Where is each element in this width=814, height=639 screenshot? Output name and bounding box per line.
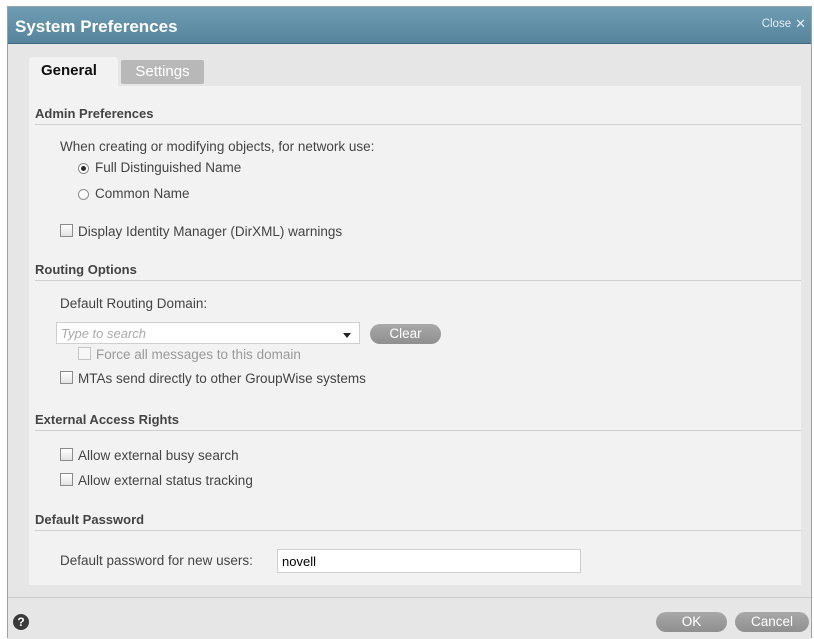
allow-status-tracking-label: Allow external status tracking bbox=[78, 473, 253, 488]
allow-status-tracking-checkbox[interactable] bbox=[60, 473, 73, 486]
help-icon[interactable]: ? bbox=[13, 614, 29, 630]
close-label: Close bbox=[761, 17, 792, 30]
section-divider bbox=[35, 530, 801, 531]
section-divider bbox=[35, 430, 801, 431]
default-password-label: Default password for new users: bbox=[60, 553, 253, 568]
clear-button[interactable]: Clear bbox=[370, 324, 441, 344]
chevron-down-icon[interactable] bbox=[343, 333, 351, 338]
admin-preferences-heading: Admin Preferences bbox=[35, 106, 154, 121]
force-messages-checkbox[interactable] bbox=[78, 347, 91, 360]
display-idm-warnings-checkbox[interactable] bbox=[60, 224, 73, 237]
section-divider bbox=[35, 124, 801, 125]
full-distinguished-name-radio[interactable] bbox=[78, 163, 89, 174]
general-panel: Admin Preferences When creating or modif… bbox=[29, 86, 801, 585]
tab-settings[interactable]: Settings bbox=[121, 60, 204, 84]
display-idm-warnings-label: Display Identity Manager (DirXML) warnin… bbox=[78, 224, 343, 239]
dialog-title: System Preferences bbox=[15, 17, 178, 36]
common-name-radio[interactable] bbox=[78, 189, 89, 200]
cancel-button[interactable]: Cancel bbox=[735, 612, 809, 632]
default-password-heading: Default Password bbox=[35, 512, 145, 527]
tab-general[interactable]: General bbox=[29, 57, 118, 86]
routing-domain-combobox bbox=[56, 322, 360, 344]
title-bar: System Preferences Close ✕ bbox=[8, 7, 811, 44]
dialog-footer: ? OK Cancel bbox=[8, 597, 811, 639]
ok-button[interactable]: OK bbox=[656, 612, 727, 632]
close-icon: ✕ bbox=[795, 16, 806, 31]
mta-send-directly-label: MTAs send directly to other GroupWise sy… bbox=[78, 371, 366, 386]
section-divider bbox=[35, 280, 801, 281]
allow-busy-search-label: Allow external busy search bbox=[78, 448, 239, 463]
routing-domain-search-input[interactable] bbox=[61, 326, 331, 341]
external-access-heading: External Access Rights bbox=[35, 412, 180, 427]
system-preferences-dialog: System Preferences Close ✕ General Setti… bbox=[7, 6, 812, 639]
network-use-prompt: When creating or modifying objects, for … bbox=[60, 139, 375, 154]
full-distinguished-name-label: Full Distinguished Name bbox=[95, 160, 242, 175]
default-password-input[interactable] bbox=[277, 549, 581, 573]
allow-busy-search-checkbox[interactable] bbox=[60, 448, 73, 461]
force-messages-label: Force all messages to this domain bbox=[96, 347, 301, 362]
common-name-label: Common Name bbox=[95, 186, 190, 201]
mta-send-directly-checkbox[interactable] bbox=[60, 371, 73, 384]
close-button[interactable]: Close ✕ bbox=[762, 17, 806, 30]
routing-options-heading: Routing Options bbox=[35, 262, 137, 277]
default-routing-domain-label: Default Routing Domain: bbox=[60, 296, 208, 311]
